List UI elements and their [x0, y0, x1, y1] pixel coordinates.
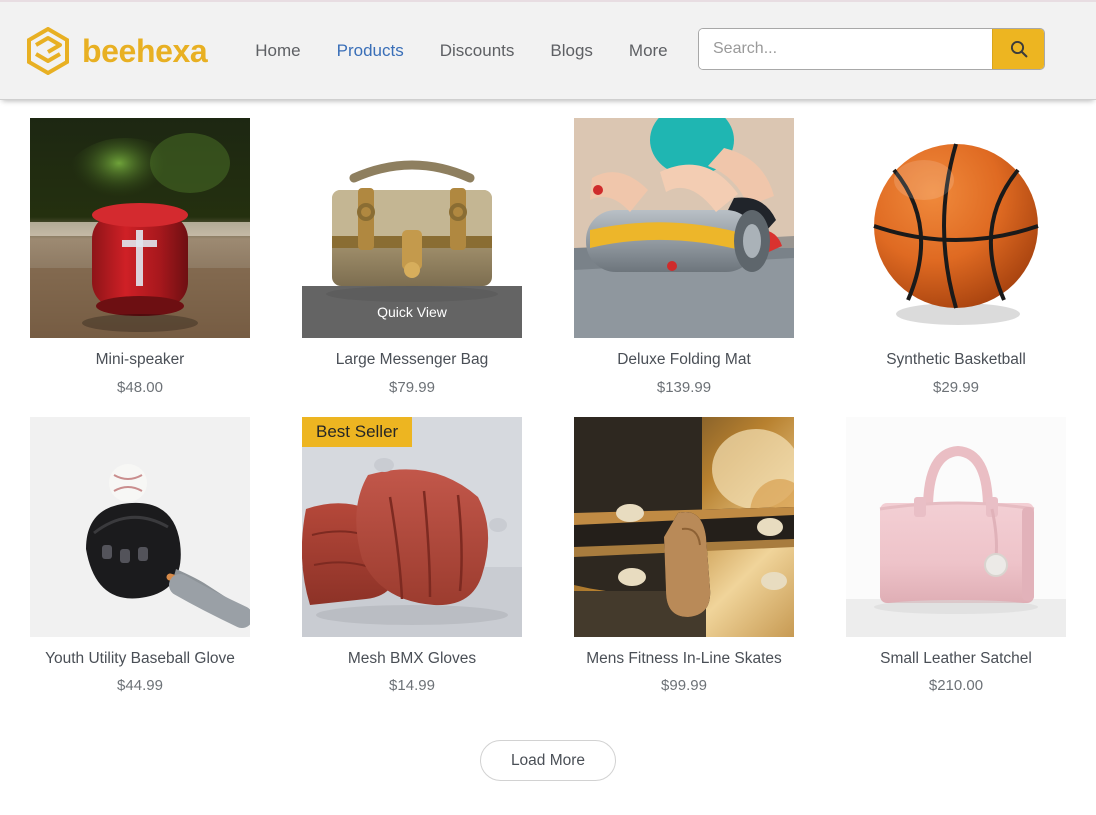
red-bluetooth-speaker-photo [30, 118, 250, 338]
product-card[interactable]: Deluxe Folding Mat $139.99 [574, 118, 794, 396]
nav-item-discounts[interactable]: Discounts [440, 41, 515, 61]
rolled-exercise-mat-photo [574, 118, 794, 338]
nav-item-more[interactable]: More [629, 41, 668, 61]
load-more-button[interactable]: Load More [480, 740, 616, 782]
product-card[interactable]: Mens Fitness In-Line Skates $99.99 [574, 416, 794, 695]
product-title: Youth Utility Baseball Glove [45, 649, 235, 667]
product-image[interactable] [30, 118, 250, 338]
search-bar [698, 28, 1045, 70]
product-image[interactable] [30, 416, 250, 637]
pink-leather-handbag-photo [846, 416, 1066, 637]
red-leather-gloves-photo [302, 416, 522, 637]
product-price: $99.99 [661, 677, 707, 695]
product-image[interactable] [846, 118, 1066, 338]
product-title: Deluxe Folding Mat [617, 351, 751, 368]
search-input[interactable] [699, 29, 992, 69]
product-price: $48.00 [117, 378, 163, 396]
search-icon [1010, 40, 1027, 58]
product-card[interactable]: Best Seller Mesh BMX Gloves $14.99 [302, 416, 522, 695]
product-card[interactable]: Mini-speaker $48.00 [30, 118, 250, 396]
black-baseball-glove-photo [30, 416, 250, 637]
nav-item-home[interactable]: Home [255, 41, 300, 61]
product-title: Mens Fitness In-Line Skates [586, 649, 782, 667]
product-price: $139.99 [656, 378, 712, 396]
product-title: Mesh BMX Gloves [347, 649, 477, 667]
product-card[interactable]: Youth Utility Baseball Glove $44.99 [30, 416, 250, 695]
hexagon-layers-icon [27, 26, 69, 75]
product-image[interactable] [574, 118, 794, 338]
product-image[interactable]: Best Seller [302, 416, 522, 637]
product-price: $79.99 [389, 378, 435, 396]
product-price: $14.99 [389, 677, 435, 695]
load-more-row: Load More [30, 740, 1066, 782]
best-seller-badge: Best Seller [302, 416, 413, 447]
brand-logo[interactable]: beehexa [26, 26, 208, 75]
quick-view-overlay[interactable]: Quick View [302, 286, 522, 338]
product-grid: Mini-speaker $48.00 Quick View Large Mes… [30, 118, 1066, 694]
product-price: $44.99 [117, 677, 163, 695]
product-title: Synthetic Basketball [886, 351, 1026, 368]
product-listing-page: beehexa Home Products Discounts Blogs Mo… [0, 0, 1096, 815]
product-price: $29.99 [933, 378, 979, 396]
product-price: $210.00 [928, 677, 984, 695]
main-navigation: Home Products Discounts Blogs More [255, 41, 667, 61]
product-title: Small Leather Satchel [880, 649, 1032, 667]
product-catalog: Mini-speaker $48.00 Quick View Large Mes… [0, 100, 1096, 782]
product-title: Mini-speaker [95, 351, 185, 368]
product-image[interactable] [574, 416, 794, 637]
person-holding-skateboard-photo [574, 416, 794, 637]
product-image[interactable] [846, 416, 1066, 637]
nav-item-products[interactable]: Products [337, 41, 404, 61]
product-title: Large Messenger Bag [335, 351, 489, 368]
product-card[interactable]: Synthetic Basketball $29.99 [846, 118, 1066, 396]
orange-basketball-photo [846, 118, 1066, 338]
product-image[interactable]: Quick View [302, 118, 522, 338]
brand-name: beehexa [82, 32, 208, 69]
nav-item-blogs[interactable]: Blogs [550, 41, 593, 61]
search-button[interactable] [992, 29, 1044, 69]
product-card[interactable]: Small Leather Satchel $210.00 [846, 416, 1066, 695]
product-card[interactable]: Quick View Large Messenger Bag $79.99 [302, 118, 522, 396]
site-header: beehexa Home Products Discounts Blogs Mo… [0, 0, 1096, 100]
